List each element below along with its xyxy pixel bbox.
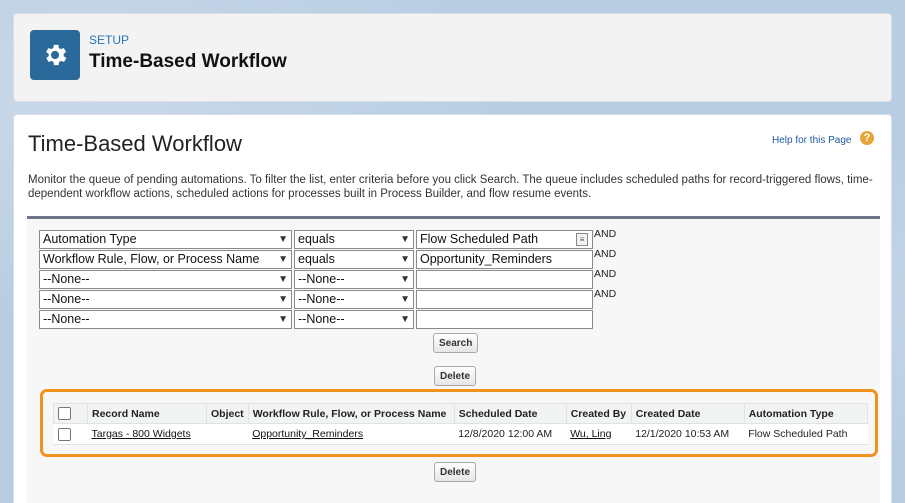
table-header-row: Record Name Object Workflow Rule, Flow, … (53, 403, 869, 424)
breadcrumb-setup[interactable]: SETUP (89, 33, 129, 47)
column-header-scheduled-date[interactable]: Scheduled Date (453, 403, 567, 424)
chevron-down-icon: ▼ (278, 274, 288, 285)
select-all-checkbox[interactable] (58, 407, 71, 420)
filter-field-value: Automation Type (43, 232, 137, 246)
results-highlight: Record Name Object Workflow Rule, Flow, … (40, 389, 878, 457)
chevron-down-icon: ▼ (278, 254, 288, 265)
page-description: Monitor the queue of pending automations… (28, 174, 873, 200)
filter-field-value: --None-- (43, 292, 90, 306)
main-content: Time-Based Workflow Help for this Page ?… (13, 114, 892, 503)
filter-connector: AND (594, 268, 617, 280)
filter-operator-value: equals (298, 232, 335, 246)
column-header-automation-type[interactable]: Automation Type (743, 403, 869, 424)
chevron-down-icon: ▼ (400, 314, 410, 325)
chevron-down-icon: ▼ (400, 294, 410, 305)
automation-type-cell: Flow Scheduled Path (744, 423, 868, 445)
page-header: SETUP Time-Based Workflow (13, 13, 892, 102)
column-header-workflow-name[interactable]: Workflow Rule, Flow, or Process Name (247, 403, 455, 424)
workflow-name-cell: Opportunity_Reminders (248, 423, 455, 445)
chevron-down-icon: ▼ (400, 234, 410, 245)
header-title: Time-Based Workflow (89, 51, 287, 72)
filter-value-text: Opportunity_Reminders (420, 252, 553, 266)
filter-operator-value: --None-- (298, 312, 345, 326)
results-table: Record Name Object Workflow Rule, Flow, … (53, 403, 869, 445)
created-by-cell: Wu, Ling (566, 423, 632, 445)
delete-button-top[interactable]: Delete (434, 366, 477, 386)
chevron-down-icon: ▼ (278, 314, 288, 325)
filter-field-value: --None-- (43, 272, 90, 286)
chevron-down-icon: ▼ (400, 254, 410, 265)
filter-operator-select[interactable]: equals ▼ (294, 250, 414, 269)
help-icon[interactable]: ? (860, 131, 874, 145)
chevron-down-icon: ▼ (400, 274, 410, 285)
scheduled-date-cell: 12/8/2020 12:00 AM (454, 423, 567, 445)
table-row: Targas - 800 Widgets Opportunity_Reminde… (53, 423, 868, 445)
help-link[interactable]: Help for this Page (772, 135, 852, 146)
created-date-cell: 12/1/2020 10:53 AM (631, 423, 745, 445)
page-title: Time-Based Workflow (28, 131, 242, 156)
filter-operator-select[interactable]: --None-- ▼ (294, 290, 414, 309)
search-button[interactable]: Search (433, 333, 479, 353)
filter-operator-select[interactable]: --None-- ▼ (294, 270, 414, 289)
column-header-record-name[interactable]: Record Name (87, 403, 207, 424)
filter-field-select[interactable]: Automation Type ▼ (39, 230, 292, 249)
filter-operator-value: --None-- (298, 272, 345, 286)
filter-value-input[interactable]: Flow Scheduled Path ≡ (416, 230, 593, 249)
filter-operator-value: equals (298, 252, 335, 266)
filter-value-input[interactable] (416, 270, 593, 289)
filter-field-select[interactable]: --None-- ▼ (39, 310, 292, 329)
filter-field-select[interactable]: --None-- ▼ (39, 290, 292, 309)
filter-field-value: Workflow Rule, Flow, or Process Name (43, 252, 260, 266)
gear-icon (46, 44, 67, 66)
filter-value-input[interactable] (416, 310, 593, 329)
chevron-down-icon: ▼ (278, 294, 288, 305)
filter-panel: Automation Type ▼ equals ▼ Flow Scheduled … (27, 216, 880, 503)
select-all-header (53, 403, 88, 424)
row-select-cell (53, 423, 88, 445)
filter-field-select[interactable]: --None-- ▼ (39, 270, 292, 289)
created-by-link[interactable]: Wu, Ling (570, 428, 611, 440)
column-header-created-date[interactable]: Created Date (630, 403, 745, 424)
filter-operator-select[interactable]: equals ▼ (294, 230, 414, 249)
filter-connector: AND (594, 248, 617, 260)
filter-value-input[interactable]: Opportunity_Reminders (416, 250, 593, 269)
lookup-icon[interactable]: ≡ (576, 233, 588, 246)
filter-value-input[interactable] (416, 290, 593, 309)
setup-gear-tile (30, 30, 80, 80)
chevron-down-icon: ▼ (278, 234, 288, 245)
column-header-created-by[interactable]: Created By (565, 403, 632, 424)
filter-field-value: --None-- (43, 312, 90, 326)
filter-operator-value: --None-- (298, 292, 345, 306)
filter-connector: AND (594, 228, 617, 240)
filter-connector: AND (594, 288, 617, 300)
workflow-name-link[interactable]: Opportunity_Reminders (252, 428, 363, 440)
record-name-cell: Targas - 800 Widgets (87, 423, 207, 445)
filter-value-text: Flow Scheduled Path (420, 232, 539, 246)
column-header-object[interactable]: Object (206, 403, 249, 424)
delete-button-bottom[interactable]: Delete (434, 462, 477, 482)
filter-operator-select[interactable]: --None-- ▼ (294, 310, 414, 329)
filter-field-select[interactable]: Workflow Rule, Flow, or Process Name ▼ (39, 250, 292, 269)
row-checkbox[interactable] (57, 427, 71, 441)
record-name-link[interactable]: Targas - 800 Widgets (92, 428, 191, 440)
object-cell (206, 423, 249, 445)
